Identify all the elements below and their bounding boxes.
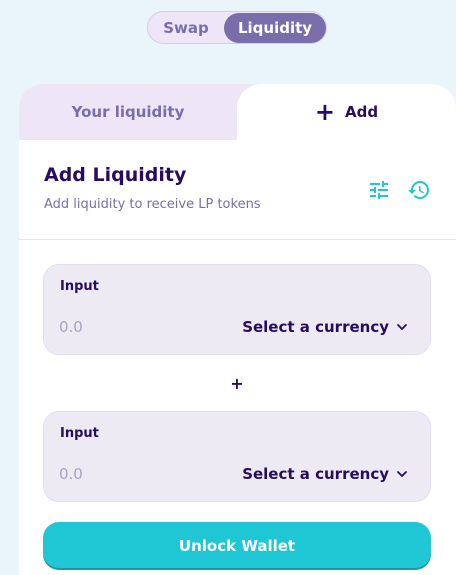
amount-input-b[interactable] (59, 462, 179, 486)
card-header: Add Liquidity Add liquidity to receive L… (19, 140, 456, 240)
liquidity-card: Your liquidity + Add Add Liquidity Add l… (19, 84, 456, 575)
page-subtitle: Add liquidity to receive LP tokens (44, 197, 261, 212)
unlock-wallet-button[interactable]: Unlock Wallet (43, 522, 431, 570)
plus-separator: + (230, 373, 244, 393)
select-currency-label: Select a currency (242, 318, 389, 336)
history-icon[interactable] (407, 178, 431, 202)
liquidity-toggle-button[interactable]: Liquidity (224, 13, 326, 43)
input-label: Input (60, 279, 99, 294)
swap-toggle-button[interactable]: Swap (149, 13, 223, 43)
chevron-down-icon (397, 471, 407, 477)
select-currency-button-b[interactable]: Select a currency (242, 462, 408, 486)
swap-liquidity-toggle: Swap Liquidity (147, 11, 327, 44)
currency-input-panel-a: Input Select a currency (43, 264, 431, 355)
tab-your-liquidity[interactable]: Your liquidity (19, 84, 237, 140)
input-label: Input (60, 426, 99, 441)
select-currency-label: Select a currency (242, 465, 389, 483)
chevron-down-icon (397, 324, 407, 330)
settings-sliders-icon[interactable] (367, 178, 391, 202)
page-title: Add Liquidity (44, 164, 187, 186)
amount-input-a[interactable] (59, 315, 179, 339)
liquidity-tabs: Your liquidity + Add (19, 84, 456, 140)
plus-icon: + (314, 98, 335, 126)
tab-add[interactable]: + Add (237, 84, 456, 140)
tab-add-label: Add (345, 103, 379, 121)
select-currency-button-a[interactable]: Select a currency (242, 315, 408, 339)
currency-input-panel-b: Input Select a currency (43, 411, 431, 502)
